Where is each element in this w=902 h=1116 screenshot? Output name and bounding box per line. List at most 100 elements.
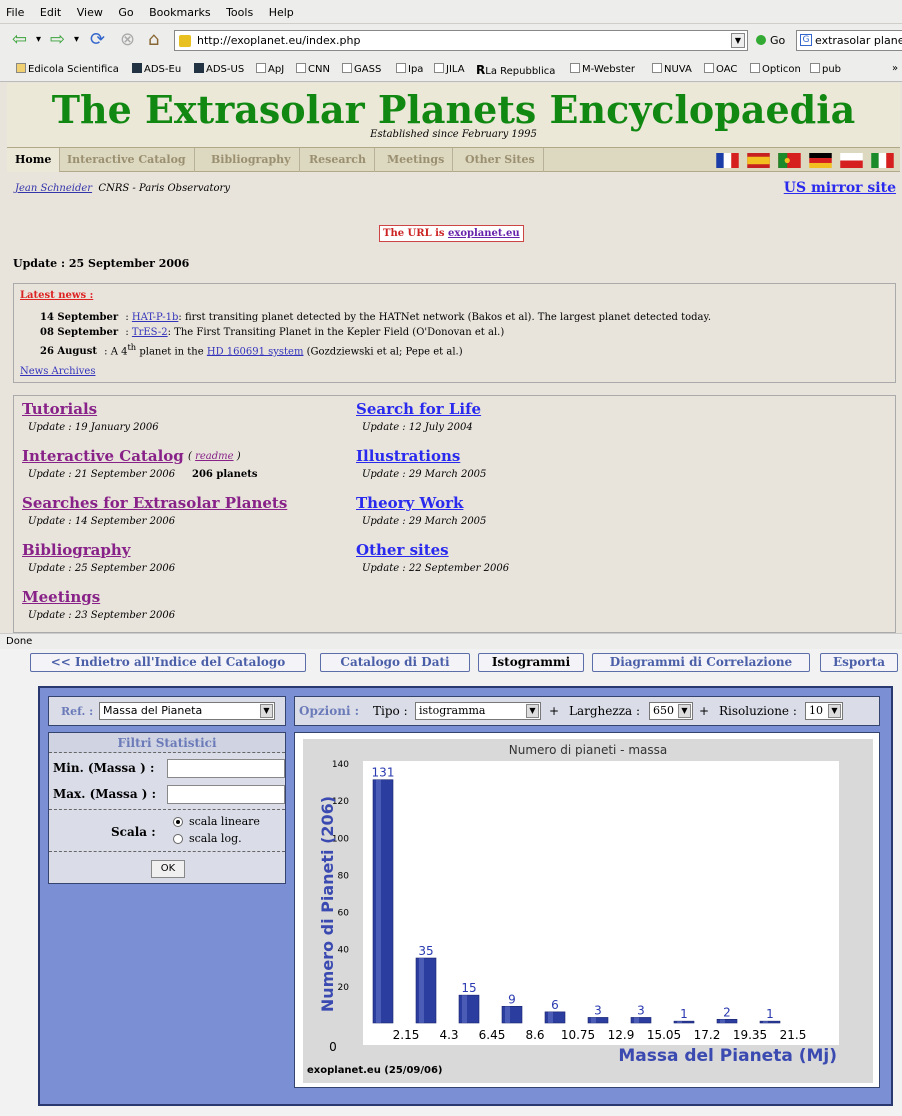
- tab-meetings[interactable]: Meetings: [379, 148, 454, 172]
- bar-highlight: [419, 958, 424, 1023]
- stop-icon[interactable]: ⊗: [120, 28, 135, 52]
- update-illustrations: Update : 29 March 2005: [362, 469, 487, 480]
- bookmark-item[interactable]: CNN: [296, 63, 330, 75]
- tipo-select[interactable]: istogramma ▼: [415, 702, 541, 720]
- back-icon[interactable]: ⇦: [12, 28, 27, 52]
- larghezza-select[interactable]: 650 ▼: [649, 702, 693, 720]
- bar-highlight: [763, 1021, 768, 1023]
- chevron-down-icon[interactable]: ▼: [731, 33, 745, 48]
- export-button[interactable]: Esporta: [820, 653, 898, 672]
- data-catalog-button[interactable]: Catalogo di Dati: [320, 653, 470, 672]
- bookmark-item[interactable]: Ipa: [396, 63, 423, 75]
- news-text: : The First Transiting Planet in the Kep…: [167, 327, 505, 338]
- tab-home[interactable]: Home: [7, 148, 61, 172]
- scale-log-radio[interactable]: [173, 834, 183, 844]
- bookmark-item[interactable]: JILA: [434, 63, 465, 75]
- bookmark-item[interactable]: ADS-Eu: [132, 63, 181, 75]
- news-archives-link[interactable]: News Archives: [20, 366, 95, 377]
- bar-value-label: 2: [723, 1005, 731, 1019]
- bookmark-item[interactable]: GASS: [342, 63, 381, 75]
- bookmark-item[interactable]: NUVA: [652, 63, 692, 75]
- tab-research[interactable]: Research: [301, 148, 375, 172]
- google-icon: G: [800, 34, 812, 46]
- author-link[interactable]: Jean Schneider: [15, 183, 92, 194]
- forward-dropdown-icon[interactable]: ▾: [74, 28, 79, 52]
- folder-icon: [16, 63, 26, 73]
- bookmark-item[interactable]: Opticon: [750, 63, 801, 75]
- menu-tools[interactable]: Tools: [220, 0, 259, 19]
- link-illustrations[interactable]: Illustrations: [356, 447, 460, 465]
- bookmark-item[interactable]: ADS-US: [194, 63, 244, 75]
- link-theory-work[interactable]: Theory Work: [356, 494, 463, 512]
- bookmark-label: La Repubblica: [485, 66, 556, 77]
- link-bibliography[interactable]: Bibliography: [22, 541, 131, 559]
- bookmark-label: Edicola Scientifica: [28, 64, 119, 75]
- tab-bibliography[interactable]: Bibliography: [203, 148, 300, 172]
- link-search-for-life[interactable]: Search for Life: [356, 400, 481, 418]
- url-note-link[interactable]: exoplanet.eu: [448, 228, 520, 239]
- bookmark-item[interactable]: M-Webster: [570, 63, 635, 75]
- news-link[interactable]: TrES-2: [132, 327, 168, 338]
- us-mirror-link[interactable]: US mirror site: [784, 180, 896, 196]
- back-dropdown-icon[interactable]: ▾: [36, 28, 41, 52]
- search-input[interactable]: Gextrasolar planets: [796, 30, 902, 51]
- flag-spain-icon[interactable]: [746, 153, 771, 168]
- tipo-value: istogramma: [419, 704, 486, 717]
- page-icon: [652, 63, 662, 73]
- min-mass-input[interactable]: [167, 759, 285, 778]
- tab-interactive-catalog[interactable]: Interactive Catalog: [59, 148, 195, 172]
- reload-icon[interactable]: ⟳: [90, 28, 105, 52]
- readme-link[interactable]: readme: [195, 451, 233, 462]
- x-tick-label: 21.5: [780, 1028, 807, 1042]
- link-meetings[interactable]: Meetings: [22, 588, 100, 606]
- news-item: 14 September : HAT-P-1b: first transitin…: [40, 312, 711, 323]
- overflow-chevron-icon[interactable]: »: [892, 63, 898, 74]
- ok-button[interactable]: OK: [151, 860, 185, 878]
- link-other-sites[interactable]: Other sites: [356, 541, 449, 559]
- link-interactive-catalog[interactable]: Interactive Catalog: [22, 447, 184, 465]
- bar-highlight: [376, 779, 381, 1023]
- page-content: The Extrasolar Planets Encyclopaedia Est…: [7, 83, 900, 633]
- tab-other-sites[interactable]: Other Sites: [457, 148, 544, 172]
- bookmark-item[interactable]: ApJ: [256, 63, 284, 75]
- flag-italy-icon[interactable]: [870, 153, 895, 168]
- url-note-prefix: The URL is: [383, 228, 445, 239]
- menu-bookmarks[interactable]: Bookmarks: [143, 0, 216, 19]
- bookmark-item[interactable]: pub: [810, 63, 841, 75]
- bookmark-item[interactable]: RLa Repubblica: [476, 63, 555, 77]
- menu-view[interactable]: View: [71, 0, 109, 19]
- address-bar[interactable]: http://exoplanet.eu/index.php ▼: [174, 30, 748, 51]
- flag-germany-icon[interactable]: [808, 153, 833, 168]
- ref-select[interactable]: Massa del Pianeta ▼: [99, 702, 275, 720]
- back-to-index-button[interactable]: << Indietro all'Indice del Catalogo: [30, 653, 306, 672]
- menu-edit[interactable]: Edit: [34, 0, 67, 19]
- bookmark-item[interactable]: OAC: [704, 63, 737, 75]
- risoluzione-select[interactable]: 10 ▼: [805, 702, 843, 720]
- histograms-button[interactable]: Istogrammi: [478, 653, 584, 672]
- flag-poland-icon[interactable]: [839, 153, 864, 168]
- news-link[interactable]: HAT-P-1b: [132, 312, 178, 323]
- menu-file[interactable]: File: [0, 0, 30, 19]
- planet-count: 206 planets: [192, 469, 258, 480]
- bookmark-label: OAC: [716, 64, 738, 75]
- forward-icon[interactable]: ⇨: [50, 28, 65, 52]
- plus-sign: +: [549, 704, 560, 718]
- scale-linear-radio[interactable]: [173, 817, 183, 827]
- correlation-diagrams-button[interactable]: Diagrammi di Correlazione: [592, 653, 810, 672]
- bookmark-item[interactable]: Edicola Scientifica: [16, 63, 119, 75]
- news-text: planet in the: [136, 346, 207, 358]
- options-box: Opzioni : Tipo : istogramma ▼ + Larghezz…: [294, 696, 880, 726]
- home-icon[interactable]: ⌂: [148, 28, 159, 52]
- news-link[interactable]: HD 160691 system: [207, 346, 304, 357]
- go-button[interactable]: Go: [756, 34, 785, 47]
- menu-help[interactable]: Help: [263, 0, 300, 19]
- max-mass-input[interactable]: [167, 785, 285, 804]
- flag-portugal-icon[interactable]: [777, 153, 802, 168]
- link-tutorials[interactable]: Tutorials: [22, 400, 97, 418]
- y-tick-label: 140: [332, 760, 349, 770]
- menu-go[interactable]: Go: [112, 0, 139, 19]
- bar-value-label: 1: [766, 1007, 774, 1021]
- link-searches[interactable]: Searches for Extrasolar Planets: [22, 494, 287, 512]
- news-box: Latest news : 14 September : HAT-P-1b: f…: [13, 283, 896, 383]
- flag-france-icon[interactable]: [715, 153, 740, 168]
